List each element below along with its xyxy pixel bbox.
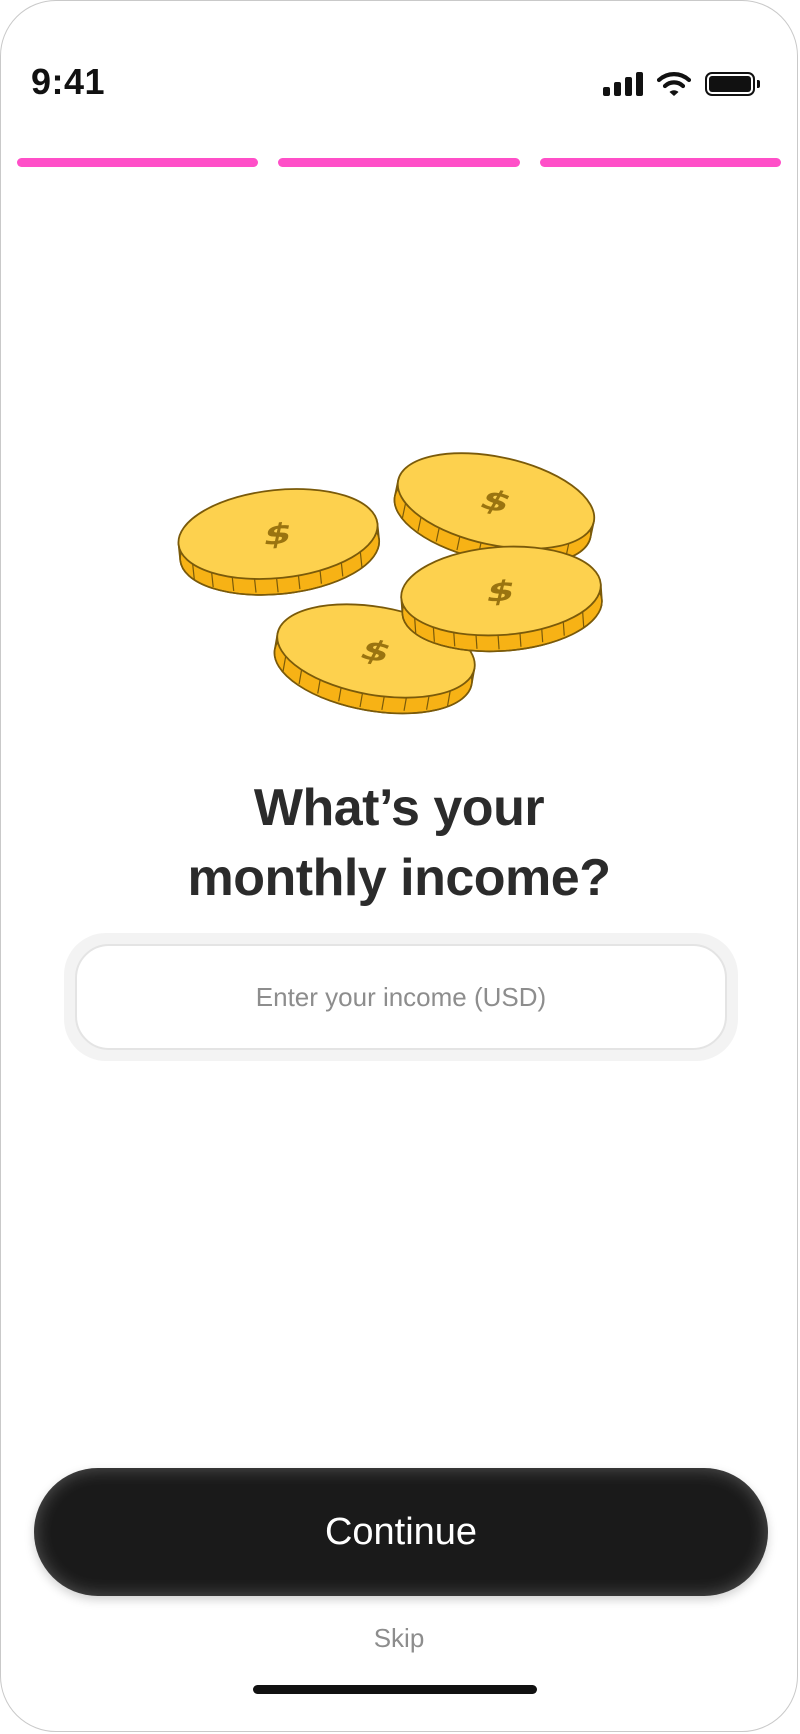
- status-time: 9:41: [31, 61, 106, 102]
- income-field-wrapper: [64, 933, 738, 1061]
- page-title: What’s your monthly income?: [1, 773, 797, 913]
- title-line-1: What’s your: [253, 779, 545, 837]
- skip-link[interactable]: Skip: [1, 1623, 797, 1654]
- continue-button[interactable]: Continue: [34, 1468, 768, 1596]
- cellular-signal-icon: [603, 72, 643, 96]
- title-line-2: monthly income?: [187, 849, 611, 907]
- home-indicator: [253, 1685, 537, 1694]
- gold-coins-icon: $ $ $ $: [173, 436, 606, 726]
- status-icons: [603, 71, 760, 97]
- progress-step: [539, 158, 781, 167]
- progress-step: [17, 158, 259, 167]
- progress-step: [278, 158, 520, 167]
- continue-button-label: Continue: [324, 1510, 478, 1553]
- phone-screen: 9:41 $ $ $ $ What’s your monthly income?…: [0, 0, 798, 1732]
- income-input[interactable]: [75, 944, 727, 1050]
- battery-icon: [705, 72, 760, 96]
- wifi-icon: [657, 72, 691, 96]
- onboarding-progress: [17, 158, 781, 167]
